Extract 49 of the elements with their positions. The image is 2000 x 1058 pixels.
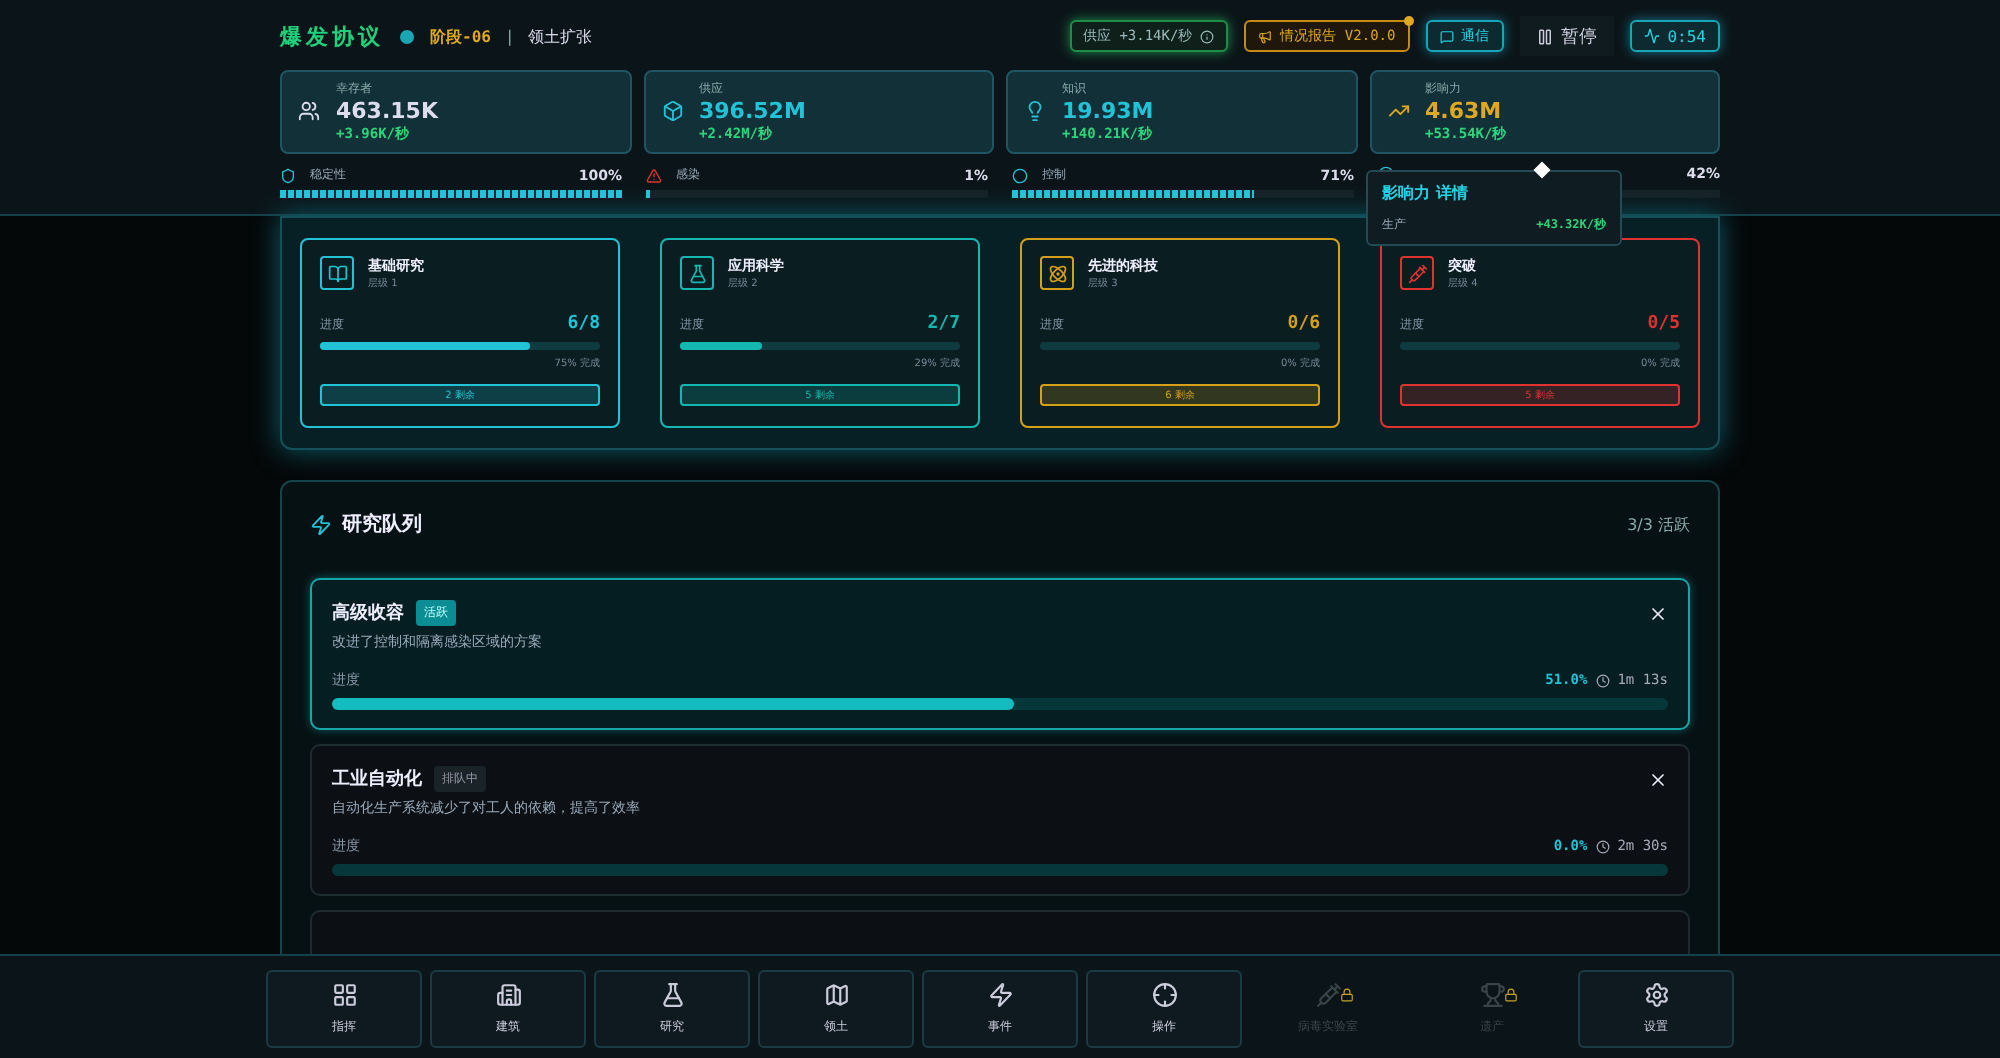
clock-icon xyxy=(1595,673,1610,687)
queue-count: 3/3 活跃 xyxy=(1627,513,1690,535)
mode-label: 领土扩张 xyxy=(528,25,593,47)
stat-icon xyxy=(1387,100,1409,122)
close-button[interactable] xyxy=(1648,769,1668,789)
lock-icon xyxy=(1340,988,1354,1002)
info-icon xyxy=(1200,29,1215,43)
tier-icon xyxy=(1400,256,1434,290)
stat-icon xyxy=(298,100,320,122)
research-name: 高级收容 xyxy=(332,600,404,626)
tooltip-title: 影响力 详情 xyxy=(1382,182,1470,204)
queue-title: 研究队列 xyxy=(342,511,422,538)
nav-icon xyxy=(1479,982,1505,1008)
stat-value: 463.15K xyxy=(336,98,441,124)
nav-icon xyxy=(331,982,357,1008)
research-name: 工业自动化 xyxy=(332,766,422,792)
tier-count: 2/7 xyxy=(927,314,960,334)
nav-icon xyxy=(1315,982,1341,1008)
pause-button[interactable]: 暂停 xyxy=(1519,16,1614,56)
phase-label: 阶段-06 xyxy=(430,25,491,47)
tier-count: 0/5 xyxy=(1647,314,1680,334)
pulse-icon xyxy=(1643,28,1660,44)
tier-icon xyxy=(1040,256,1074,290)
stat-value: 396.52M xyxy=(699,98,808,124)
stat-icon xyxy=(661,100,683,122)
tier-icon xyxy=(320,256,354,290)
pause-icon xyxy=(1535,27,1554,45)
stat-value: 19.93M xyxy=(1062,98,1156,124)
clock-icon xyxy=(1595,839,1610,853)
tier-count: 0/6 xyxy=(1287,314,1320,334)
megaphone-icon xyxy=(1258,29,1273,43)
game-title: 爆发协议 xyxy=(280,21,384,51)
nav-icon xyxy=(495,982,521,1008)
nav-icon xyxy=(659,982,685,1008)
tier-icon xyxy=(680,256,714,290)
nav-icon xyxy=(1643,982,1669,1008)
nav-icon xyxy=(1151,982,1177,1008)
stat-icon xyxy=(1024,100,1046,122)
timer-button[interactable]: 0:54 xyxy=(1629,20,1720,52)
nav-icon xyxy=(823,982,849,1008)
lightning-icon xyxy=(310,513,332,535)
chat-icon xyxy=(1439,29,1454,43)
close-button[interactable] xyxy=(1648,603,1668,623)
nav-icon xyxy=(987,982,1013,1008)
separator: | xyxy=(506,27,513,45)
lock-icon xyxy=(1504,988,1518,1002)
phase-dot xyxy=(400,29,414,43)
tier-count: 6/8 xyxy=(567,314,600,334)
stat-value: 4.63M xyxy=(1425,98,1504,124)
